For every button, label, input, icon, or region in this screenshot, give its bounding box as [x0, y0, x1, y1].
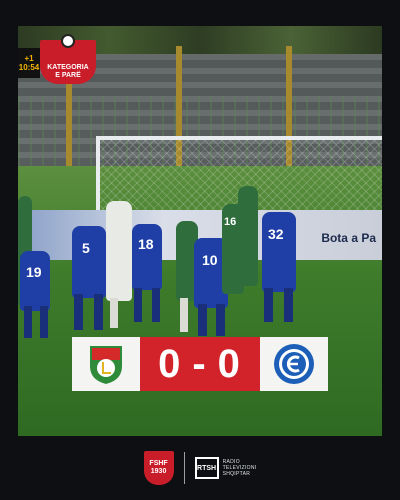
player [72, 226, 106, 298]
board-text: Bota a Pa [321, 231, 376, 245]
player [262, 212, 296, 292]
score-display: 0 - 0 [140, 337, 260, 391]
score-separator: - [192, 341, 208, 386]
player-leg [284, 288, 293, 322]
player-number: 18 [138, 236, 154, 252]
football-icon [61, 34, 75, 48]
badge-line2: E PARË [55, 72, 81, 79]
player [238, 186, 258, 286]
player-number: 5 [82, 240, 90, 256]
competition-badge: KATEGORIA E PARË [40, 34, 96, 84]
rtsh-line3: SHQIPTAR [222, 471, 251, 477]
rtsh-mark: RTSH [194, 457, 219, 479]
footer: FSHF 1930 RTSH RADIO TELEVIZIONI SHQIPTA… [0, 446, 400, 490]
away-score: 0 [217, 341, 242, 386]
player-leg [110, 298, 118, 328]
clock-time: 10:54 [18, 63, 40, 72]
player [20, 251, 50, 311]
player-leg [40, 306, 48, 338]
player-number: 32 [268, 226, 284, 242]
rtsh-text: RADIO TELEVIZIONI SHQIPTAR [223, 459, 257, 477]
home-score: 0 [158, 341, 183, 386]
away-crest-icon [274, 344, 314, 384]
player-leg [198, 304, 207, 336]
player-number: 16 [224, 216, 237, 228]
player-leg [180, 298, 188, 332]
player-number: 19 [26, 264, 42, 280]
player-leg [74, 294, 83, 330]
player-number: 10 [202, 252, 218, 268]
player [132, 224, 162, 290]
home-crest-icon [90, 346, 122, 384]
player-leg [134, 288, 142, 322]
match-clock: +1 10:54 [18, 48, 40, 78]
player-leg [152, 288, 160, 322]
clock-prefix: +1 [24, 54, 34, 63]
footer-divider [183, 452, 185, 484]
fshf-year: 1930 [150, 468, 167, 475]
scoreboard: 0 - 0 [72, 337, 328, 391]
player-leg [94, 294, 103, 330]
player-leg [216, 304, 225, 336]
player-leg [264, 288, 273, 322]
rtsh-logo: RTSH RADIO TELEVIZIONI SHQIPTAR [194, 457, 257, 479]
badge-line1: KATEGORIA [47, 64, 89, 71]
player [106, 201, 132, 301]
home-team-logo [72, 337, 140, 391]
fshf-logo: FSHF 1930 [143, 451, 174, 485]
away-team-logo [260, 337, 328, 391]
fshf-label: FSHF [149, 460, 168, 467]
player-leg [24, 306, 32, 338]
